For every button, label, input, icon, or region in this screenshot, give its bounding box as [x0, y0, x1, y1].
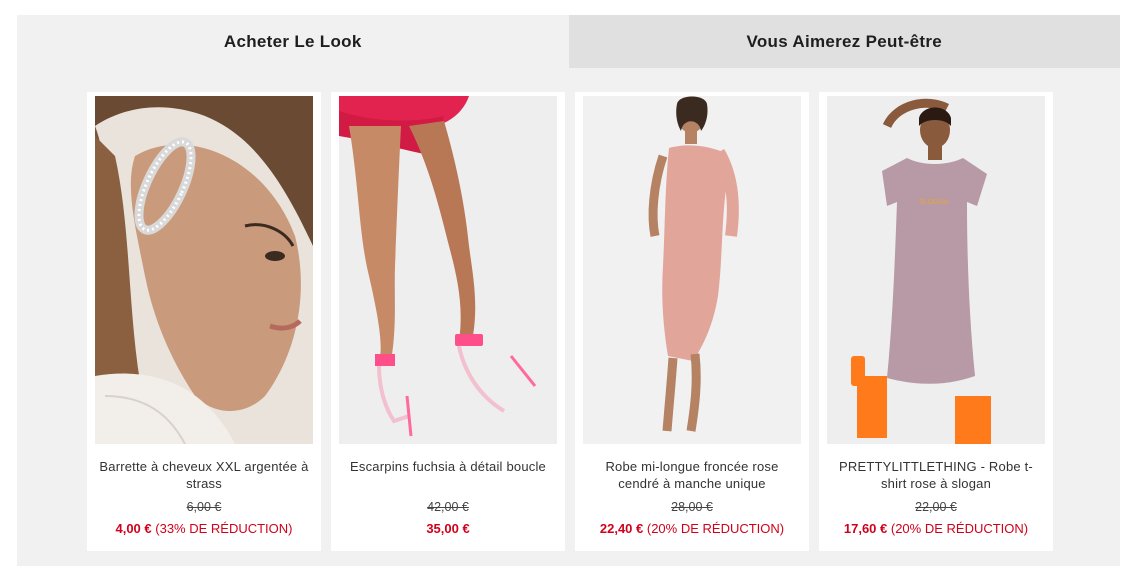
- original-price: 28,00 €: [671, 500, 713, 514]
- product-card[interactable]: SLOGAN PRETTYLITTLETHING - Robe t-shirt …: [819, 92, 1053, 551]
- tab-you-may-also-like[interactable]: Vous Aimerez Peut-être: [568, 15, 1120, 68]
- discount-label: (20% DE RÉDUCTION): [646, 521, 785, 536]
- product-image[interactable]: [95, 96, 313, 444]
- shop-the-look-panel: Acheter Le Look Vous Aimerez Peut-être B…: [17, 15, 1120, 566]
- product-title[interactable]: Robe mi-longue froncée rose cendré à man…: [585, 458, 799, 492]
- sale-price: 35,00 €: [426, 521, 470, 536]
- product-title[interactable]: PRETTYLITTLETHING - Robe t-shirt rose à …: [829, 458, 1043, 492]
- original-price: 6,00 €: [186, 500, 222, 514]
- product-title[interactable]: Escarpins fuchsia à détail boucle: [341, 458, 555, 475]
- product-image[interactable]: [339, 96, 557, 444]
- product-photo-hair-clip: [95, 96, 313, 444]
- sale-price-line: 17,60 € (20% DE RÉDUCTION): [819, 521, 1053, 536]
- product-card[interactable]: Barrette à cheveux XXL argentée à strass…: [87, 92, 321, 551]
- product-card[interactable]: Robe mi-longue froncée rose cendré à man…: [575, 92, 809, 551]
- sale-price: 4,00 €: [115, 521, 152, 536]
- original-price: 42,00 €: [427, 500, 469, 514]
- product-photo-heels: [339, 96, 557, 444]
- product-photo-tshirt-dress: SLOGAN: [827, 96, 1045, 444]
- product-photo-midi-dress: [583, 96, 801, 444]
- svg-text:SLOGAN: SLOGAN: [919, 199, 948, 206]
- sale-price-line: 4,00 € (33% DE RÉDUCTION): [87, 521, 321, 536]
- product-image[interactable]: [583, 96, 801, 444]
- discount-label: (20% DE RÉDUCTION): [890, 521, 1029, 536]
- product-title[interactable]: Barrette à cheveux XXL argentée à strass: [97, 458, 311, 492]
- sale-price-line: 22,40 € (20% DE RÉDUCTION): [575, 521, 809, 536]
- sale-price: 22,40 €: [599, 521, 644, 536]
- original-price: 22,00 €: [915, 500, 957, 514]
- product-card[interactable]: Escarpins fuchsia à détail boucle 42,00 …: [331, 92, 565, 551]
- sale-price-line: 35,00 €: [331, 521, 565, 536]
- product-carousel: Barrette à cheveux XXL argentée à strass…: [87, 92, 1053, 551]
- discount-label: (33% DE RÉDUCTION): [155, 521, 293, 536]
- sale-price: 17,60 €: [843, 521, 888, 536]
- tab-shop-the-look[interactable]: Acheter Le Look: [17, 15, 569, 68]
- product-image[interactable]: SLOGAN: [827, 96, 1045, 444]
- tab-bar: Acheter Le Look Vous Aimerez Peut-être: [17, 15, 1120, 68]
